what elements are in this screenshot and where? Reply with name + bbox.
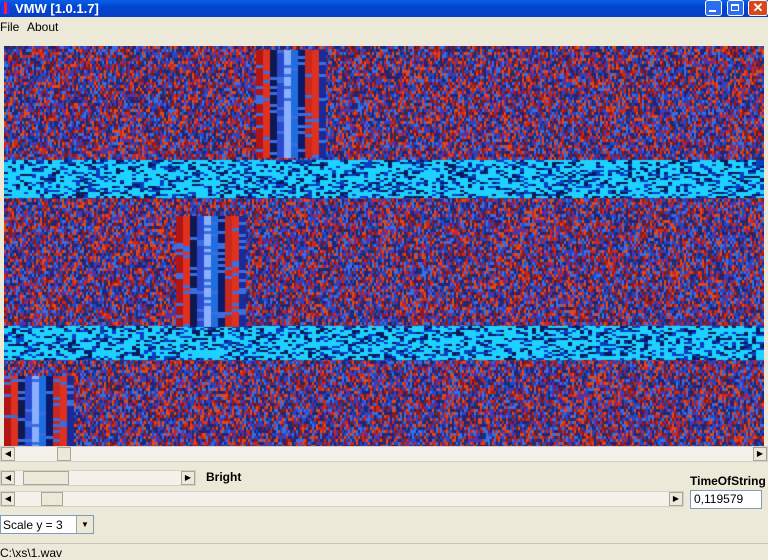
left-arrow-icon[interactable]: ◀ bbox=[1, 492, 15, 506]
bright-thumb[interactable] bbox=[23, 471, 69, 485]
minimize-button[interactable] bbox=[705, 0, 722, 16]
right-arrow-icon[interactable]: ▶ bbox=[753, 447, 767, 461]
close-button[interactable]: ✕ bbox=[748, 0, 768, 16]
scrollbar-thumb[interactable] bbox=[57, 447, 71, 461]
left-arrow-icon[interactable]: ◀ bbox=[1, 471, 15, 485]
menu-about[interactable]: About bbox=[27, 20, 58, 34]
left-arrow-icon[interactable]: ◀ bbox=[1, 447, 15, 461]
chevron-down-icon[interactable]: ▼ bbox=[76, 516, 93, 533]
scale-dropdown[interactable]: Scale y = 3 ▼ bbox=[0, 515, 94, 534]
spectrogram-view[interactable] bbox=[4, 46, 764, 446]
app-icon bbox=[1, 2, 13, 14]
right-arrow-icon[interactable]: ▶ bbox=[181, 471, 195, 485]
maximize-button[interactable] bbox=[727, 0, 744, 16]
scale-value: Scale y = 3 bbox=[3, 518, 63, 532]
spectrogram-canvas bbox=[4, 46, 764, 446]
title-bar: VMW [1.0.1.7] ✕ bbox=[0, 0, 768, 17]
bright-label: Bright bbox=[206, 470, 242, 484]
menu-file[interactable]: File bbox=[0, 20, 19, 34]
view-horizontal-scrollbar[interactable]: ◀ ▶ bbox=[0, 446, 768, 462]
menu-bar: File About bbox=[0, 17, 768, 37]
right-arrow-icon[interactable]: ▶ bbox=[669, 492, 683, 506]
time-slider[interactable]: ◀ ▶ bbox=[0, 491, 684, 507]
status-bar: C:\xs\1.wav bbox=[0, 543, 768, 560]
close-icon: ✕ bbox=[752, 0, 764, 15]
bright-slider[interactable]: ◀ ▶ bbox=[0, 470, 196, 486]
file-path: C:\xs\1.wav bbox=[0, 546, 63, 560]
time-of-string-label: TimeOfString bbox=[690, 474, 766, 488]
time-of-string-field[interactable]: 0,119579 bbox=[690, 490, 762, 509]
window-title: VMW [1.0.1.7] bbox=[15, 1, 99, 16]
time-thumb[interactable] bbox=[41, 492, 63, 506]
